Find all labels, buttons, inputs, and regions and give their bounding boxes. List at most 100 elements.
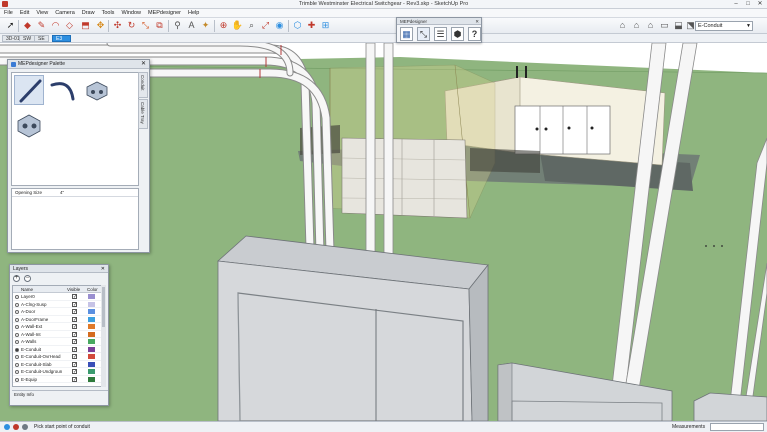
- scale-icon[interactable]: ↻: [126, 20, 137, 31]
- layer-row[interactable]: E-Conduit-Slab ✓: [13, 361, 103, 369]
- layer-color-swatch[interactable]: [88, 361, 95, 367]
- close-icon[interactable]: ✕: [101, 265, 105, 273]
- layer-color-swatch[interactable]: [88, 324, 95, 329]
- layer-row[interactable]: A-Walls ✓: [13, 338, 103, 346]
- elbow-conduit-icon[interactable]: [48, 75, 78, 105]
- credits-icon[interactable]: [13, 424, 19, 430]
- rotate-icon[interactable]: ✣: [112, 20, 123, 31]
- layer-name[interactable]: Layer0: [21, 293, 35, 301]
- layer-row[interactable]: A-Wall-Ext ✓: [13, 323, 103, 331]
- visible-checkbox[interactable]: ✓: [72, 339, 77, 345]
- visible-checkbox[interactable]: ✓: [72, 354, 77, 360]
- menu-tools[interactable]: Tools: [102, 10, 115, 16]
- layer-color-swatch[interactable]: [88, 346, 95, 352]
- visible-checkbox[interactable]: ✓: [72, 294, 77, 300]
- user-icon[interactable]: [22, 424, 28, 430]
- active-layer-radio[interactable]: [15, 295, 19, 299]
- visible-checkbox[interactable]: ✓: [72, 301, 77, 307]
- layer-name[interactable]: A-Wall-Int: [21, 331, 41, 339]
- add-layer-icon[interactable]: +: [13, 275, 20, 282]
- back-view-icon[interactable]: ⬓: [673, 20, 684, 31]
- visible-checkbox[interactable]: ✓: [72, 316, 77, 322]
- layer-color-swatch[interactable]: [88, 339, 95, 344]
- layer-color-swatch[interactable]: [88, 301, 95, 307]
- shape-icon[interactable]: ◇: [64, 20, 75, 31]
- menu-view[interactable]: View: [36, 10, 48, 16]
- tab-cable-tray[interactable]: Cable Tray: [138, 99, 148, 129]
- menu-file[interactable]: File: [4, 10, 13, 16]
- active-layer-radio[interactable]: [15, 317, 19, 322]
- visible-checkbox[interactable]: ✓: [72, 376, 77, 382]
- paint-icon[interactable]: A: [186, 20, 197, 31]
- entity-info-tray[interactable]: Entity Info: [12, 390, 108, 397]
- close-icon[interactable]: ✕: [141, 60, 146, 69]
- scene-tab-sw[interactable]: SW: [19, 35, 36, 42]
- close-icon[interactable]: ✕: [475, 18, 479, 25]
- active-layer-radio[interactable]: [15, 302, 19, 307]
- visible-checkbox[interactable]: ✓: [72, 309, 77, 315]
- layer-row[interactable]: E-Conduit ✓: [13, 346, 103, 354]
- layer-row[interactable]: A-Door ✓: [13, 308, 103, 316]
- layer-row[interactable]: A-Wall-Int ✓: [13, 331, 103, 339]
- mep-palette-icon[interactable]: ▦: [400, 27, 413, 41]
- active-layer-radio[interactable]: [15, 347, 19, 352]
- remove-layer-icon[interactable]: −: [24, 275, 31, 282]
- layer-color-swatch[interactable]: [88, 316, 95, 322]
- menu-draw[interactable]: Draw: [82, 10, 95, 16]
- zoom-icon[interactable]: ✋: [232, 20, 243, 31]
- column-name[interactable]: Name: [21, 286, 33, 293]
- pencil-icon[interactable]: ✎: [36, 20, 47, 31]
- layer-row[interactable]: E-Equip ✓: [13, 376, 103, 383]
- arc-icon[interactable]: ◠: [50, 20, 61, 31]
- iso-view-icon[interactable]: ⌂: [617, 20, 628, 31]
- column-color[interactable]: Color: [87, 286, 98, 293]
- active-layer-radio[interactable]: [15, 332, 19, 337]
- layer-name[interactable]: E-Conduit: [21, 346, 41, 354]
- previous-view-icon[interactable]: ⤢: [260, 20, 271, 31]
- layer-color-swatch[interactable]: [88, 354, 95, 359]
- menu-window[interactable]: Window: [121, 10, 141, 16]
- next-view-icon[interactable]: ◉: [274, 20, 285, 31]
- pull-box-icon[interactable]: [14, 109, 44, 139]
- minimize-button[interactable]: –: [731, 0, 741, 8]
- active-layer-radio[interactable]: [15, 355, 19, 359]
- menu-mepdesigner[interactable]: MEPdesigner: [148, 10, 181, 16]
- layer-name[interactable]: A-Wall-Ext: [21, 323, 42, 331]
- junction-box-icon[interactable]: [82, 75, 112, 105]
- layer-row[interactable]: A-Clng-Susp ✓: [13, 301, 103, 309]
- pan-icon[interactable]: ⊕: [218, 20, 229, 31]
- conduit-draw-icon[interactable]: ⤡: [417, 27, 430, 41]
- active-layer-radio[interactable]: [15, 377, 19, 382]
- tab-conduit[interactable]: Conduit: [138, 72, 148, 98]
- layer-name[interactable]: E-Conduit-Slab: [21, 361, 52, 369]
- top-view-icon[interactable]: ⌂: [631, 20, 642, 31]
- layer-row[interactable]: E-Conduit-OvrHead ✓: [13, 353, 103, 361]
- active-layer-radio[interactable]: [15, 310, 19, 314]
- layer-color-swatch[interactable]: [88, 376, 95, 382]
- layer-name[interactable]: A-Door: [21, 308, 35, 316]
- orbit-icon[interactable]: ✦: [200, 20, 211, 31]
- text-icon[interactable]: ⚲: [172, 20, 183, 31]
- measurements-input[interactable]: [710, 423, 764, 431]
- zoom-extents-icon[interactable]: ⌕: [246, 20, 257, 31]
- geo-location-icon[interactable]: [4, 424, 10, 430]
- layer-row[interactable]: A-DoorFrame ✓: [13, 316, 103, 324]
- menu-edit[interactable]: Edit: [20, 10, 29, 16]
- extension-icon[interactable]: ✚: [306, 20, 317, 31]
- layer-color-swatch[interactable]: [88, 294, 95, 299]
- menu-help[interactable]: Help: [188, 10, 199, 16]
- visible-checkbox[interactable]: ✓: [72, 369, 77, 375]
- layer-name[interactable]: E-Conduit-OvrHead: [21, 353, 61, 361]
- conduit-list-icon[interactable]: ☰: [434, 27, 447, 41]
- layer-name[interactable]: E-Conduit-Undgroun: [21, 368, 62, 376]
- layer-color-swatch[interactable]: [88, 369, 95, 374]
- layer-name[interactable]: A-Clng-Susp: [21, 301, 47, 309]
- active-layer-radio[interactable]: [15, 370, 19, 374]
- menu-camera[interactable]: Camera: [55, 10, 75, 16]
- property-row[interactable]: Opening Size 4": [12, 189, 138, 197]
- layer-name[interactable]: A-DoorFrame: [21, 316, 48, 324]
- straight-conduit-icon[interactable]: [14, 75, 44, 105]
- right-view-icon[interactable]: ▭: [659, 20, 670, 31]
- help-icon[interactable]: ?: [468, 27, 481, 41]
- layer-row[interactable]: E-Conduit-Undgroun ✓: [13, 368, 103, 376]
